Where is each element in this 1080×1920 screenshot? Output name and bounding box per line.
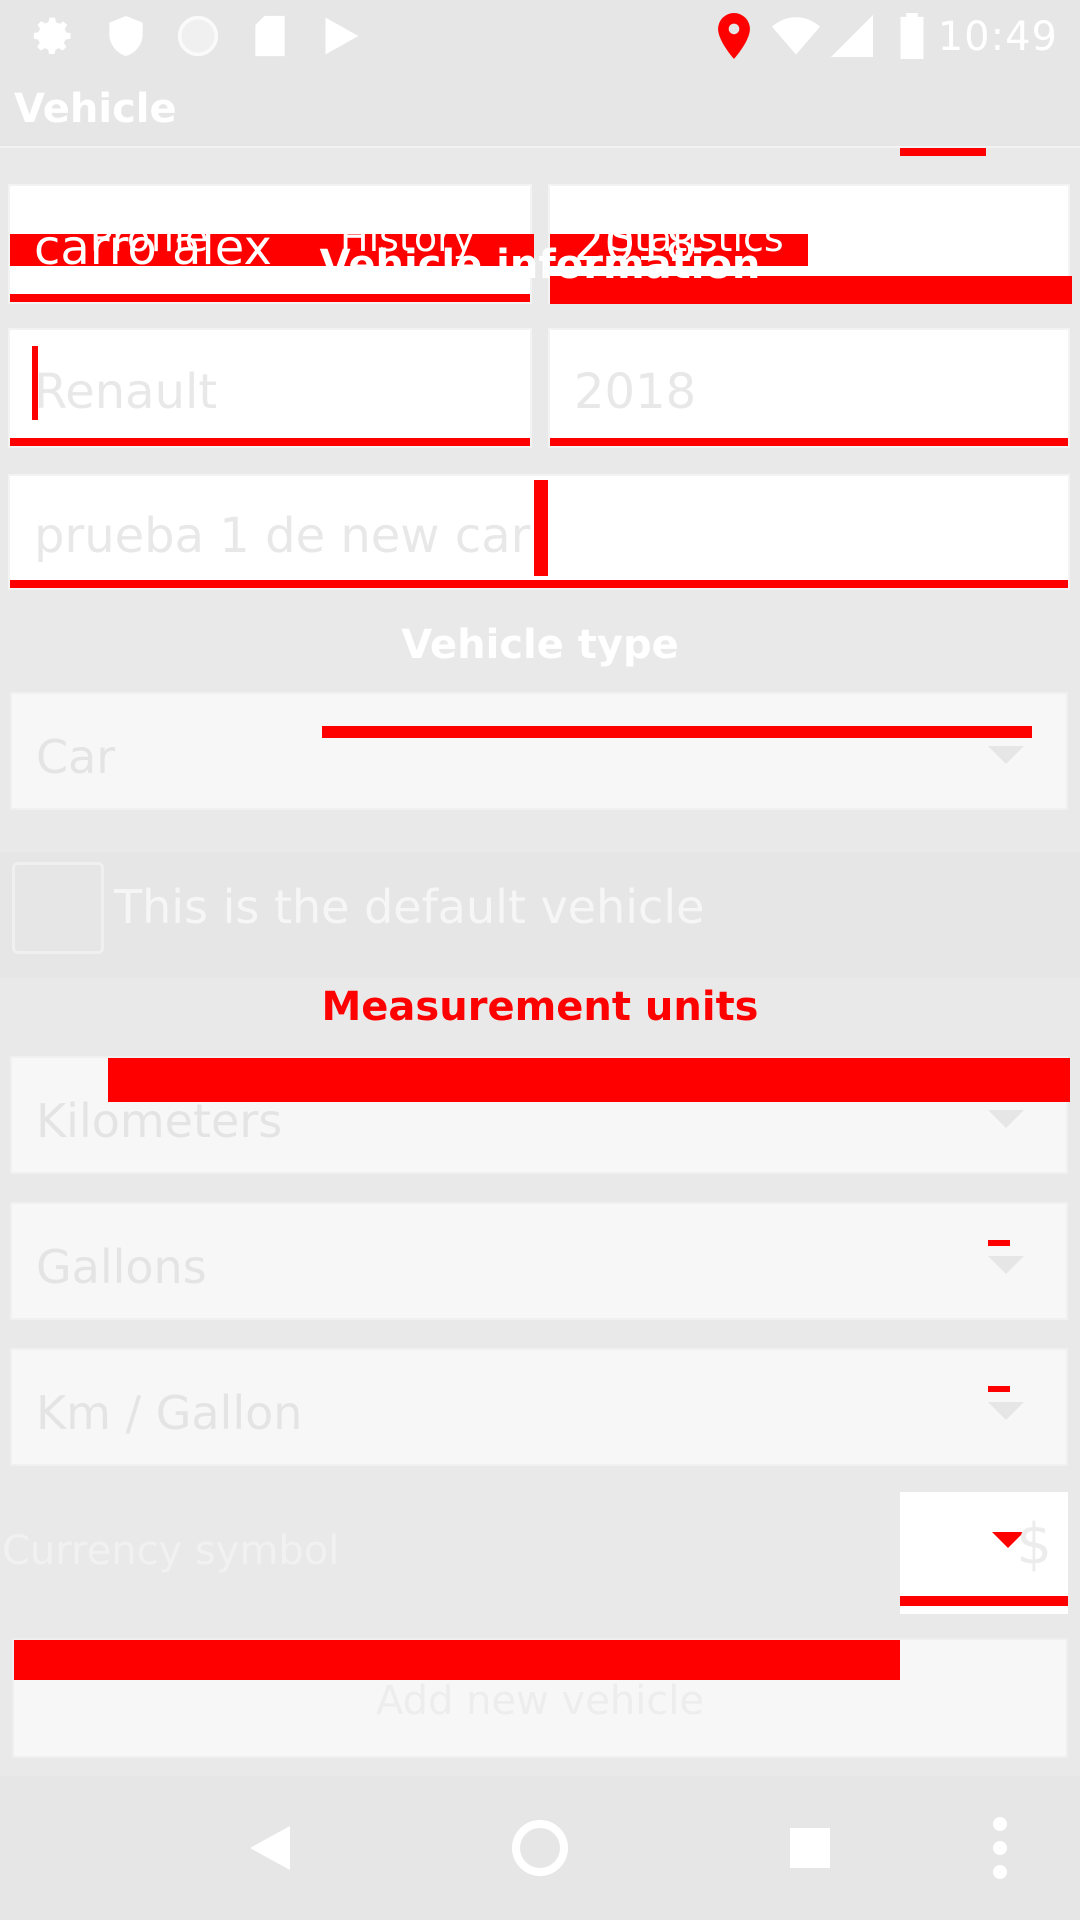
more-options-icon[interactable] [970,1806,1030,1890]
vehicle-type-title: Vehicle type [401,622,679,668]
sd-card-icon [246,12,294,60]
default-vehicle-label: This is the default vehicle [114,880,705,934]
vehicle-information-title: Vehicle information [319,242,761,288]
measurement-units-title: Measurement units [321,984,759,1030]
add-new-vehicle-button[interactable]: Add new vehicle [12,1638,1068,1758]
distance-unit-dropdown[interactable]: Kilometers [10,1056,1070,1174]
vehicle-model-year-field[interactable]: 2018 [548,328,1070,448]
vehicle-make-field[interactable]: Renault [8,328,532,448]
artifact-mark [900,148,986,156]
app-bar: Vehicle [0,72,1080,148]
efficiency-unit-dropdown[interactable]: Km / Gallon [10,1348,1068,1466]
wifi-icon [772,12,820,60]
default-vehicle-row[interactable]: This is the default vehicle [0,852,1080,978]
default-vehicle-checkbox[interactable] [12,862,104,954]
page-title: Vehicle [14,86,177,132]
settings-icon [30,12,78,60]
status-time: 10:49 [937,14,1058,60]
chevron-down-icon [988,746,1024,764]
chevron-down-icon [988,1402,1024,1420]
navigation-bar [0,1776,1080,1920]
play-store-icon [318,12,366,60]
back-icon[interactable] [220,1806,320,1890]
vehicle-description-field[interactable]: prueba 1 de new car [8,474,1070,590]
location-pin-icon [710,12,758,60]
chevron-down-icon [988,1256,1024,1274]
volume-unit-dropdown[interactable]: Gallons [10,1202,1068,1320]
currency-symbol-dropdown[interactable]: $ [900,1492,1068,1614]
status-bar: 10:49 [0,0,1080,72]
home-icon[interactable] [490,1806,590,1890]
battery-icon [888,12,936,60]
vehicle-type-dropdown[interactable]: Car [10,692,1068,810]
circle-icon [174,12,222,60]
signal-icon [828,12,876,60]
currency-symbol-label: Currency symbol [2,1528,340,1574]
chevron-down-icon [988,1110,1024,1128]
recents-icon[interactable] [760,1806,860,1890]
shield-icon [102,12,150,60]
